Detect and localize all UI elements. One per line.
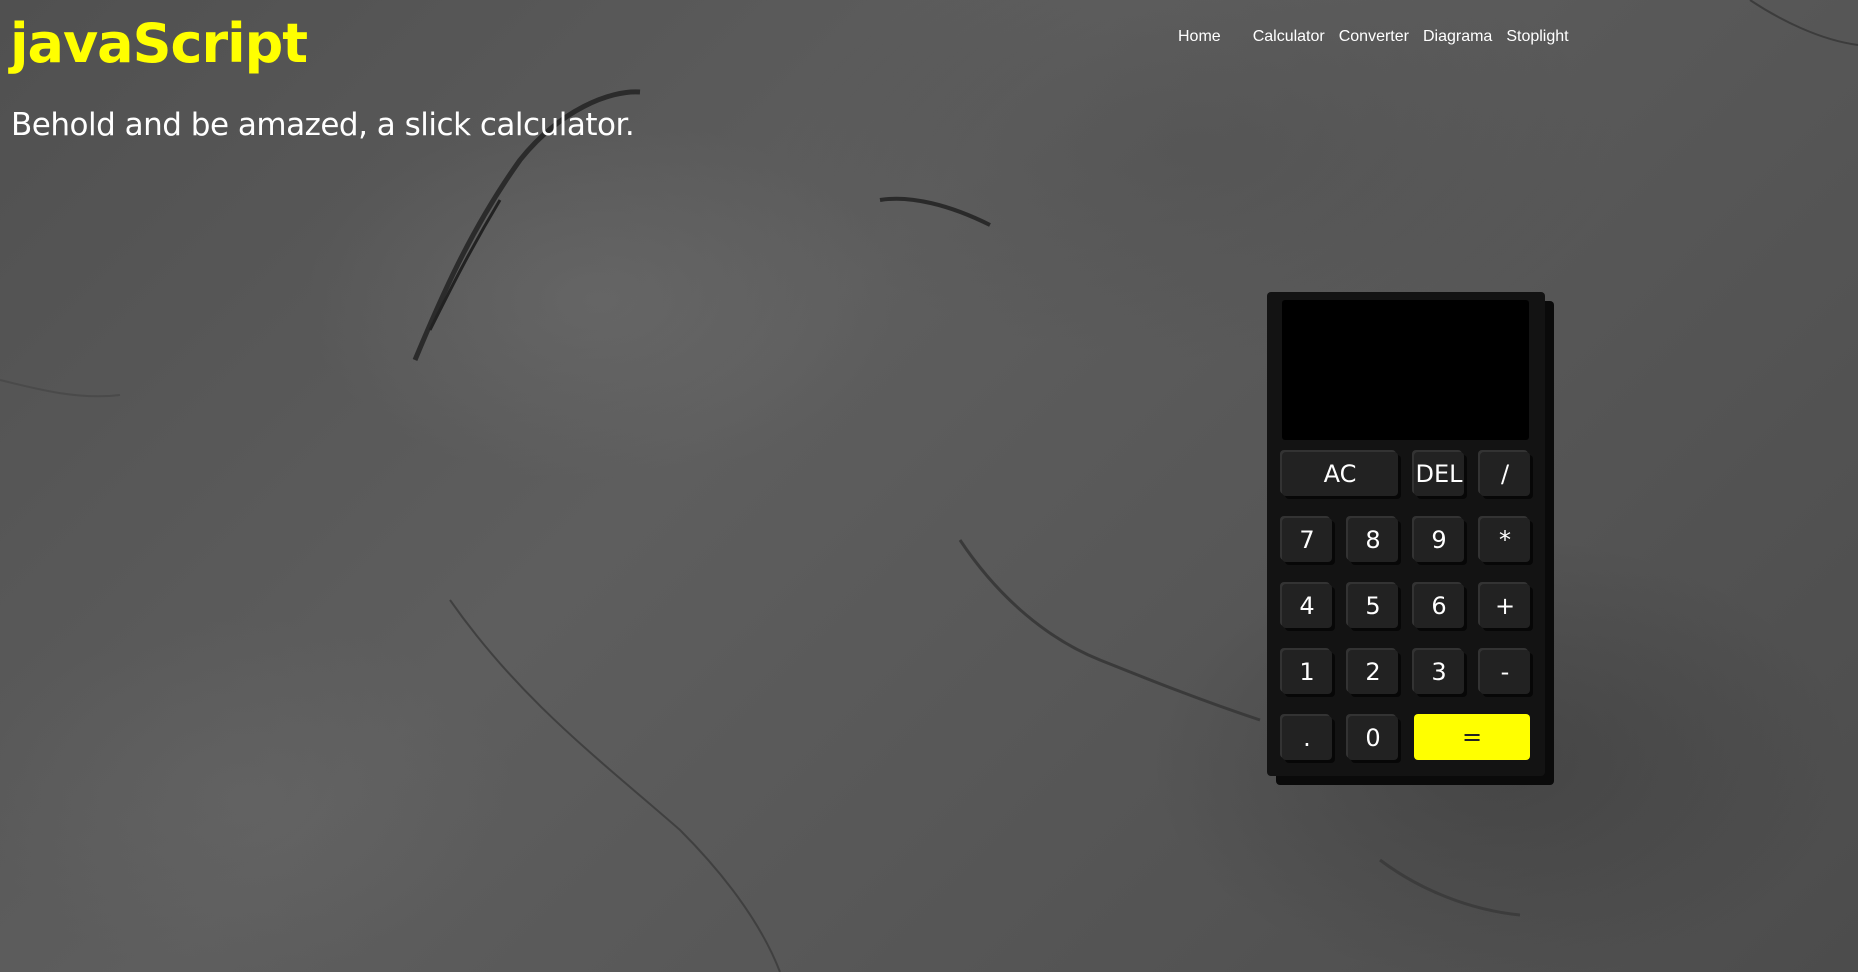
nav-link-calculator[interactable]: Calculator <box>1253 28 1325 46</box>
nav-link-home[interactable]: Home <box>1178 28 1221 46</box>
top-nav: Home Calculator Converter Diagrama Stopl… <box>1178 28 1569 46</box>
digit-9-button[interactable]: 9 <box>1414 518 1464 562</box>
digit-6-button[interactable]: 6 <box>1414 584 1464 628</box>
minus-button[interactable]: - <box>1480 650 1530 694</box>
calculator: AC DEL / 7 8 9 * 4 5 6 + 1 2 3 - . 0 = <box>1267 292 1545 776</box>
digit-5-button[interactable]: 5 <box>1348 584 1398 628</box>
nav-link-converter[interactable]: Converter <box>1339 28 1409 46</box>
digit-3-button[interactable]: 3 <box>1414 650 1464 694</box>
stone-background <box>0 0 1858 972</box>
site-title: javaScript <box>10 12 308 75</box>
digit-0-button[interactable]: 0 <box>1348 716 1398 760</box>
decimal-button[interactable]: . <box>1282 716 1332 760</box>
equals-button[interactable]: = <box>1414 714 1530 760</box>
delete-button[interactable]: DEL <box>1414 452 1464 496</box>
page-tagline: Behold and be amazed, a slick calculator… <box>11 107 635 143</box>
digit-8-button[interactable]: 8 <box>1348 518 1398 562</box>
digit-4-button[interactable]: 4 <box>1282 584 1332 628</box>
nav-link-stoplight[interactable]: Stoplight <box>1506 28 1568 46</box>
multiply-button[interactable]: * <box>1480 518 1530 562</box>
nav-link-diagrama[interactable]: Diagrama <box>1423 28 1492 46</box>
plus-button[interactable]: + <box>1480 584 1530 628</box>
all-clear-button[interactable]: AC <box>1282 452 1398 496</box>
digit-1-button[interactable]: 1 <box>1282 650 1332 694</box>
digit-7-button[interactable]: 7 <box>1282 518 1332 562</box>
digit-2-button[interactable]: 2 <box>1348 650 1398 694</box>
divide-button[interactable]: / <box>1480 452 1530 496</box>
calculator-display <box>1282 300 1529 440</box>
